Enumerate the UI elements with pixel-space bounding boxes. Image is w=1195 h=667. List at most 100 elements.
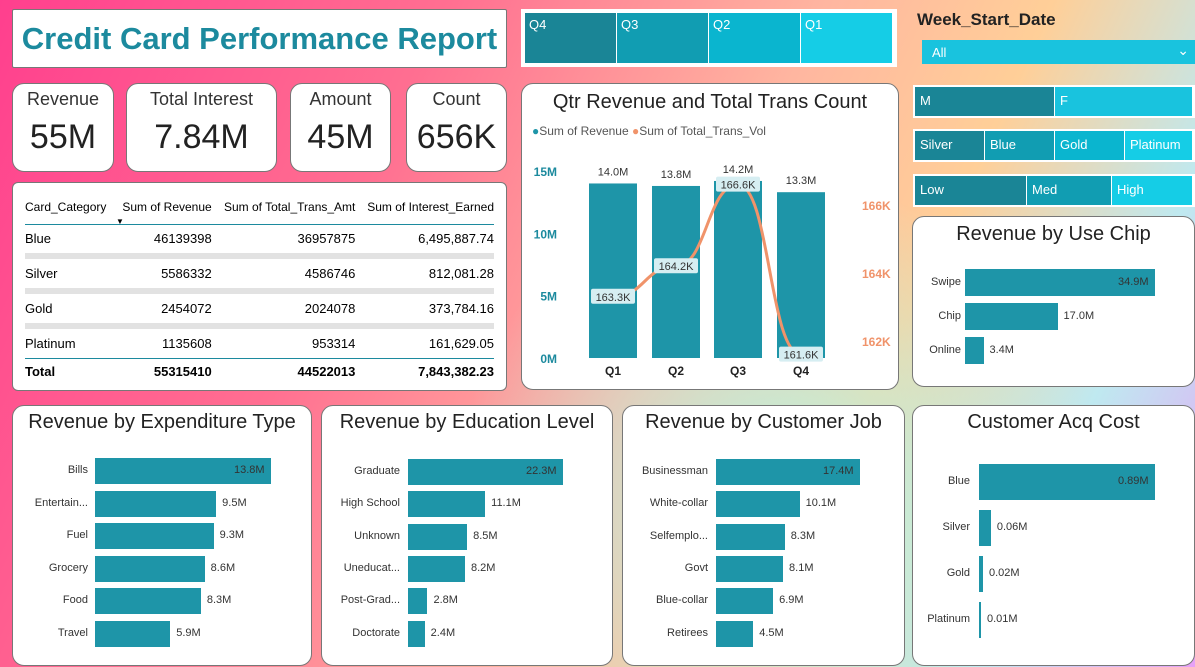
- slicer-platinum[interactable]: Platinum: [1125, 131, 1193, 160]
- slicer-gold[interactable]: Gold: [1055, 131, 1125, 160]
- kpi-amount-card: Amount 45M: [290, 83, 391, 172]
- week-start-dropdown[interactable]: All ⌄: [922, 40, 1195, 64]
- table-cell: 1135608: [162, 335, 212, 351]
- bar-category-label: Doctorate: [352, 626, 400, 639]
- bar[interactable]: [979, 510, 991, 546]
- quarter-slicer: Q4 Q3 Q2 Q1: [521, 9, 897, 67]
- bar-value-label: 11.1M: [491, 497, 521, 510]
- kpi-label: Revenue: [26, 89, 100, 109]
- revenue-bar-label: 13.8M: [661, 169, 692, 181]
- bar[interactable]: [716, 620, 754, 647]
- customer-job-card: Revenue by Customer Job Businessman 17.4M…: [622, 405, 905, 666]
- bar[interactable]: [965, 303, 1058, 330]
- bar[interactable]: [965, 337, 984, 364]
- column-header[interactable]: Sum of Total_Trans_Amt: [212, 191, 355, 224]
- bar[interactable]: [979, 602, 981, 638]
- bar[interactable]: [95, 588, 201, 614]
- table-cell: 36957875: [297, 231, 356, 247]
- trans-vol-label: 166.6K: [721, 180, 757, 192]
- bar[interactable]: [95, 555, 205, 582]
- slicer-q2[interactable]: Q2: [709, 13, 801, 63]
- kpi-label: Total Interest: [149, 89, 254, 109]
- y2-axis-tick: 162K: [862, 335, 891, 349]
- table-cell: 373,784.16: [428, 301, 494, 316]
- bar-category-label: Gold: [946, 567, 970, 579]
- bar-category-label: Businessman: [641, 465, 708, 477]
- slicer-f[interactable]: F: [1055, 87, 1193, 116]
- y-axis-tick: 5M: [540, 290, 557, 304]
- bar[interactable]: [716, 523, 785, 550]
- bar-category-label: Post-Grad...: [340, 594, 400, 607]
- trans-vol-label: 161.6K: [784, 350, 820, 362]
- bar-category-label: Selfemplo...: [649, 529, 708, 542]
- bar-value-label: 8.6M: [210, 561, 236, 574]
- bar-value-label: 6.9M: [779, 594, 804, 607]
- chart-title: Revenue by Expenditure Type: [28, 411, 296, 433]
- bar-value-label: 8.5M: [473, 529, 498, 542]
- bar-value-label: 8.1M: [789, 561, 814, 574]
- table-row[interactable]: Blue 46139398 36957875 6,495,887.74: [25, 224, 494, 253]
- kpi-revenue-card: Revenue 55M: [12, 83, 114, 172]
- table-cell: 5586332: [161, 266, 212, 281]
- bar[interactable]: [716, 555, 784, 582]
- bar[interactable]: [716, 491, 800, 518]
- table-cell: 55315410: [153, 363, 212, 379]
- kpi-interest-card: Total Interest 7.84M: [126, 83, 277, 172]
- y-axis-tick: 15M: [534, 165, 557, 179]
- kpi-count-card: Count 656K: [406, 83, 507, 172]
- chart-title: Revenue by Customer Job: [645, 411, 882, 433]
- bar-category-label: High School: [340, 497, 400, 510]
- table-cell: 161,629.05: [428, 335, 494, 351]
- bar[interactable]: [95, 620, 171, 647]
- column-header[interactable]: Sum of Revenue ▼: [114, 191, 212, 225]
- bar-category-label: Online: [929, 343, 961, 356]
- bar-category-label: Retirees: [667, 626, 708, 639]
- slicer-q1[interactable]: Q1: [801, 13, 893, 63]
- revenue-bar-label: 13.3M: [786, 175, 817, 187]
- bar-category-label: Unknown: [354, 529, 400, 542]
- column-header[interactable]: Sum of Interest_Earned: [355, 191, 494, 224]
- qtr-chart-card: Qtr Revenue and Total Trans Count ●Sum o…: [521, 83, 899, 390]
- bar[interactable]: [408, 620, 425, 647]
- bar[interactable]: [408, 491, 486, 518]
- bar-value-label: 13.8M: [234, 464, 265, 476]
- slicer-q4[interactable]: Q4: [525, 13, 617, 63]
- bar-value-label: 4.5M: [759, 626, 784, 639]
- level-slicer: Low Med High: [913, 174, 1195, 207]
- revenue-bar: [589, 183, 637, 358]
- bar[interactable]: [408, 523, 468, 550]
- bar[interactable]: [95, 523, 214, 549]
- slicer-high[interactable]: High: [1112, 176, 1193, 205]
- bar[interactable]: [408, 588, 428, 615]
- slicer-silver[interactable]: Silver: [915, 131, 985, 160]
- bar[interactable]: [716, 588, 774, 615]
- slicer-blue[interactable]: Blue: [985, 131, 1055, 160]
- bar-value-label: 9.5M: [222, 496, 247, 509]
- bar[interactable]: [95, 490, 217, 517]
- y2-axis-tick: 166K: [862, 199, 891, 213]
- bar-category-label: Blue: [947, 475, 970, 487]
- table-row[interactable]: Gold 2454072 2024078 373,784.16: [25, 294, 494, 323]
- revenue-bar-label: 14.0M: [598, 166, 629, 178]
- table-row[interactable]: Silver 5586332 4586746 812,081.28: [25, 259, 494, 288]
- bar-value-label: 2.8M: [433, 594, 458, 607]
- x-axis-tick: Q4: [793, 364, 809, 378]
- bar-value-label: 0.89M: [1118, 475, 1149, 487]
- slicer-m[interactable]: M: [915, 87, 1055, 116]
- slicer-low[interactable]: Low: [915, 176, 1027, 205]
- table-row[interactable]: Platinum 1135608 953314 161,629.05: [25, 329, 494, 358]
- bar-value-label: 8.2M: [470, 561, 496, 574]
- bar[interactable]: [408, 555, 465, 582]
- bar-category-label: Govt: [684, 561, 708, 574]
- bar-category-label: Entertain...: [34, 496, 88, 509]
- chart-title: Customer Acq Cost: [967, 411, 1140, 433]
- slicer-q3[interactable]: Q3: [617, 13, 709, 63]
- bar-value-label: 5.9M: [176, 626, 201, 639]
- y-axis-tick: 0M: [540, 352, 557, 366]
- table-cell: 7,843,382.23: [418, 363, 494, 379]
- slicer-med[interactable]: Med: [1027, 176, 1112, 205]
- column-header[interactable]: Card_Category: [25, 191, 114, 224]
- bar[interactable]: [979, 556, 983, 592]
- bar-category-label: Food: [62, 594, 88, 606]
- x-axis-tick: Q3: [730, 364, 746, 378]
